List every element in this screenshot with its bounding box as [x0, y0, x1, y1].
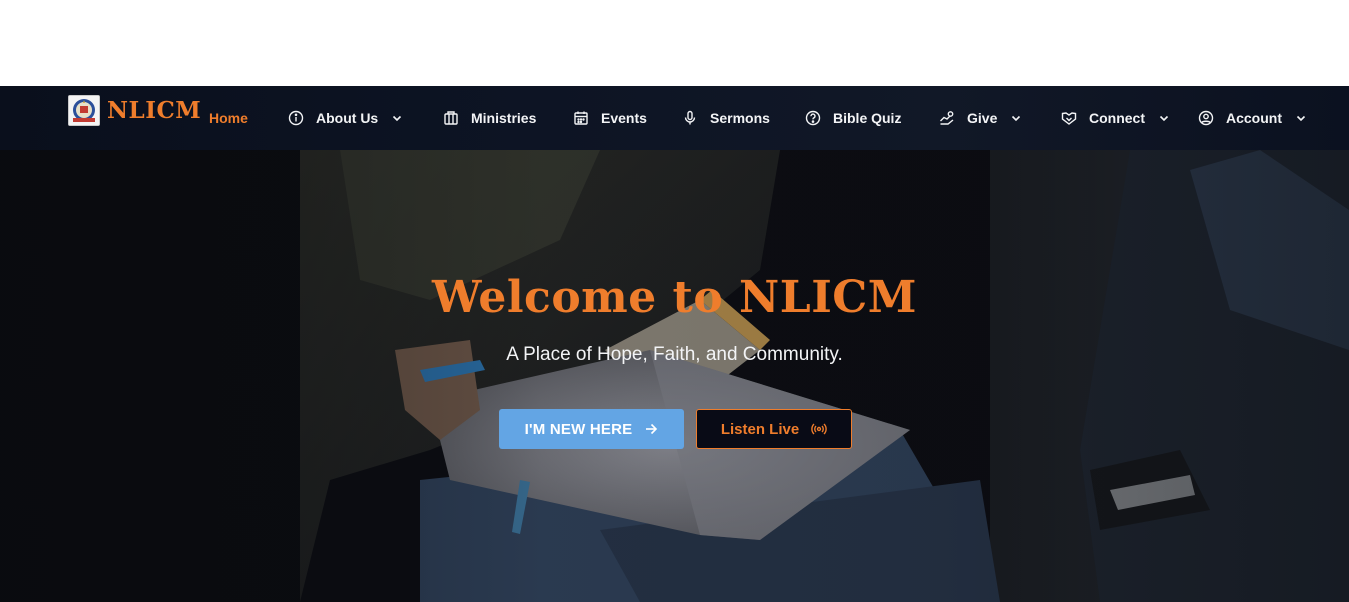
question-icon — [805, 110, 821, 126]
chevron-down-icon — [391, 112, 403, 124]
page-top-spacer — [0, 0, 1349, 86]
user-circle-icon — [1198, 110, 1214, 126]
nav-ministries[interactable]: Ministries — [443, 86, 536, 150]
nav-connect-label: Connect — [1089, 110, 1145, 126]
hero-overlay — [0, 150, 1349, 602]
chevron-down-icon — [1295, 112, 1307, 124]
nav-about[interactable]: About Us — [288, 86, 403, 150]
nav-events[interactable]: Events — [573, 86, 647, 150]
church-logo — [68, 95, 100, 126]
calendar-icon — [573, 110, 589, 126]
chevron-down-icon — [1158, 112, 1170, 124]
chevron-down-icon — [1010, 112, 1022, 124]
nav-sermons[interactable]: Sermons — [682, 86, 770, 150]
hero-title: Welcome to NLICM — [432, 272, 917, 323]
nav-bible-quiz[interactable]: Bible Quiz — [805, 86, 901, 150]
hero-subtitle: A Place of Hope, Faith, and Community. — [506, 344, 843, 365]
nav-events-label: Events — [601, 110, 647, 126]
arrow-right-icon — [644, 422, 658, 436]
nav-account-label: Account — [1226, 110, 1282, 126]
hero-section: Welcome to NLICM A Place of Hope, Faith,… — [0, 150, 1349, 602]
broadcast-icon — [811, 421, 827, 437]
nav-ministries-label: Ministries — [471, 110, 537, 126]
handshake-icon — [1061, 110, 1077, 126]
info-icon — [288, 110, 304, 126]
nav-about-label: About Us — [316, 110, 379, 126]
nav-bible-quiz-label: Bible Quiz — [833, 110, 902, 126]
microphone-icon — [682, 110, 698, 126]
hand-coins-icon — [939, 110, 955, 126]
listen-live-button[interactable]: Listen Live — [696, 409, 852, 449]
main-navbar: NLICM Home About Us Ministries Events Se… — [0, 86, 1349, 150]
nav-give-label: Give — [967, 110, 998, 126]
nav-home[interactable]: Home — [209, 86, 248, 150]
nav-give[interactable]: Give — [939, 86, 1022, 150]
nav-home-label: Home — [209, 110, 248, 126]
im-new-here-label: I'M NEW HERE — [524, 420, 633, 438]
nav-account[interactable]: Account — [1198, 86, 1307, 150]
listen-live-label: Listen Live — [720, 420, 800, 438]
nav-sermons-label: Sermons — [710, 110, 770, 126]
brand[interactable]: NLICM — [68, 95, 201, 126]
brand-name: NLICM — [107, 97, 202, 124]
building-icon — [443, 110, 459, 126]
im-new-here-button[interactable]: I'M NEW HERE — [499, 409, 684, 449]
nav-connect[interactable]: Connect — [1061, 86, 1170, 150]
